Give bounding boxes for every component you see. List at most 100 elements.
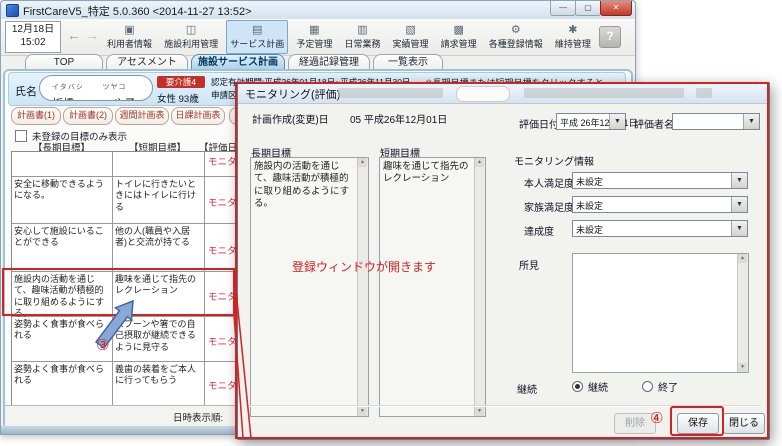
- plan-date-label: 計画作成(変更)日: [252, 111, 329, 126]
- minimize-button[interactable]: —: [550, 1, 576, 16]
- scrollbar[interactable]: ▲▼: [737, 254, 748, 372]
- monitoring-dialog: モニタリング(評価) 計画作成(変更)日 05 平成26年12月01日 評価日付…: [237, 82, 770, 440]
- achievement-dropdown[interactable]: 未設定 ▼: [572, 220, 748, 237]
- family-satisfaction-dropdown[interactable]: 未設定 ▼: [572, 196, 748, 213]
- scroll-down-icon[interactable]: ▼: [738, 363, 747, 372]
- delete-button[interactable]: 削除: [614, 413, 656, 434]
- toolbar-button-user-info[interactable]: ▣ 利用者情報: [103, 20, 156, 54]
- scroll-down-icon[interactable]: ▼: [475, 407, 484, 416]
- self-satisfaction-label: 本人満足度: [524, 175, 574, 190]
- toolbar-button-billing[interactable]: ▩ 請求管理: [437, 20, 481, 54]
- redacted-area: [456, 86, 510, 102]
- back-arrow-icon[interactable]: ←: [67, 27, 81, 43]
- toolbar-button-registration[interactable]: ⚙ 各種登録情報: [485, 20, 547, 54]
- gear-icon: ⚙: [511, 24, 521, 37]
- scroll-up-icon[interactable]: ▲: [475, 158, 484, 167]
- dialog-titlebar[interactable]: モニタリング(評価): [238, 83, 769, 104]
- tab-facility-service-plan[interactable]: 施設サービス計画: [191, 54, 285, 70]
- furigana-mei: ツヤコ: [102, 82, 126, 92]
- date-time-display: 12月18日 15:02: [5, 21, 61, 53]
- family-satisfaction-label: 家族満足度: [524, 199, 574, 214]
- current-date: 12月18日: [6, 23, 60, 36]
- long-goal-cell[interactable]: 姿勢よく食事が食べられる: [12, 363, 111, 388]
- billing-icon: ▩: [453, 24, 463, 37]
- long-goal-cell[interactable]: 安全に移動できるようになる。: [12, 178, 111, 203]
- short-goal-cell[interactable]: [113, 153, 203, 155]
- maximize-button[interactable]: ▢: [575, 1, 601, 16]
- remarks-textarea[interactable]: ▲▼: [572, 253, 749, 373]
- subtab-plan2[interactable]: 計画書(2): [63, 107, 113, 125]
- redacted-area: [338, 88, 443, 98]
- dialog-close-button[interactable]: 閉じる: [723, 413, 765, 434]
- short-goal-cell[interactable]: 他の人(職員や入居者)と交流が持てる: [113, 225, 203, 250]
- sort-order-label: 日時表示順:: [173, 410, 223, 424]
- window-titlebar[interactable]: FirstCareV5_特定 5.0.360 <2014-11-27 13:52…: [1, 1, 635, 20]
- tab-list-view[interactable]: 一覧表示: [373, 54, 443, 70]
- tab-top[interactable]: TOP: [25, 54, 103, 70]
- window-title: FirstCareV5_特定 5.0.360 <2014-11-27 13:52…: [23, 3, 252, 19]
- radio-end[interactable]: 終了: [642, 379, 678, 394]
- long-goal-cell[interactable]: 安心して施設にいることができる: [12, 225, 111, 250]
- tab-assessment[interactable]: アセスメント: [106, 54, 188, 70]
- wrench-icon: ✱: [568, 24, 577, 37]
- name-label: 氏名: [15, 83, 37, 99]
- chevron-down-icon: ▼: [731, 221, 747, 236]
- scrollbar[interactable]: ▲▼: [357, 158, 368, 416]
- eval-date-dropdown[interactable]: 平成 26年12月01日 ▼: [556, 113, 626, 130]
- forward-arrow-icon[interactable]: →: [85, 27, 99, 43]
- subtab-plan1[interactable]: 計画書(1): [11, 107, 61, 125]
- toolbar-button-service-plan[interactable]: ▤ サービス計画: [226, 20, 288, 54]
- subtab-daily-plan[interactable]: 日課計画表: [171, 107, 225, 125]
- tab-progress-record[interactable]: 経過記録管理: [288, 54, 370, 70]
- app-icon: [6, 4, 19, 17]
- main-toolbar: 12月18日 15:02 ← → ▣ 利用者情報 ◫ 施設利用管理 ▤ サービス…: [1, 19, 635, 56]
- toolbar-button-daily-work[interactable]: ▥ 日常業務: [340, 20, 384, 54]
- dialog-title: モニタリング(評価): [245, 86, 340, 102]
- remarks-label: 所見: [519, 257, 539, 272]
- unregistered-goals-checkbox[interactable]: [15, 130, 27, 142]
- toolbar-buttons: ▣ 利用者情報 ◫ 施設利用管理 ▤ サービス計画 ▦ 予定管理 ▥ 日常業: [103, 20, 621, 54]
- help-button[interactable]: ?: [599, 26, 621, 48]
- evaluator-label: 評価者名: [634, 116, 674, 131]
- chevron-down-icon: ▼: [609, 114, 625, 129]
- patient-name-capsule: イタバシ ツヤコ 板橋 つや子: [39, 75, 153, 101]
- short-goal-cell[interactable]: トイレに行きたいときにはトイレに行ける: [113, 178, 203, 214]
- close-button[interactable]: ✕: [600, 1, 632, 16]
- current-time: 15:02: [6, 36, 60, 49]
- short-goal-cell[interactable]: スプーンや箸での自己摂取が継続できるように見守る: [113, 318, 203, 354]
- self-satisfaction-dropdown[interactable]: 未設定 ▼: [572, 172, 748, 189]
- short-goal-textbox[interactable]: 趣味を通じて指先のレクレーション ▲▼: [379, 157, 486, 417]
- long-goal-cell[interactable]: [12, 153, 111, 155]
- chevron-down-icon: ▼: [743, 114, 759, 129]
- patient-sei: 板橋: [52, 99, 98, 101]
- short-goal-cell[interactable]: 趣味を通じて指先のレクレーション: [113, 273, 203, 298]
- subtab-weekly-plan[interactable]: 週間計画表: [115, 107, 169, 125]
- patient-sex-age: 女性 93歳: [157, 91, 199, 105]
- toolbar-button-maintenance[interactable]: ✱ 維持管理: [551, 20, 595, 54]
- schedule-icon: ▦: [309, 24, 319, 37]
- toolbar-button-schedule[interactable]: ▦ 予定管理: [292, 20, 336, 54]
- screenshot-canvas: FirstCareV5_特定 5.0.360 <2014-11-27 13:52…: [0, 0, 782, 446]
- radio-continue[interactable]: 継続: [572, 379, 608, 394]
- save-button[interactable]: 保存: [677, 413, 719, 434]
- scrollbar[interactable]: ▲▼: [474, 158, 485, 416]
- user-icon: ▣: [124, 24, 134, 37]
- achievement-label: 達成度: [524, 223, 554, 238]
- short-goal-cell[interactable]: 義歯の装着をご本人に行ってもらう: [113, 363, 203, 388]
- long-goal-textbox[interactable]: 施設内の活動を通じて、趣味活動が積極的に取り組めるようにする。 ▲▼: [250, 157, 369, 417]
- scroll-down-icon[interactable]: ▼: [358, 407, 367, 416]
- toolbar-button-results[interactable]: ▧ 実績管理: [389, 20, 433, 54]
- service-plan-icon: ▤: [252, 24, 262, 37]
- daily-work-icon: ▥: [357, 24, 367, 37]
- redacted-area: [524, 88, 684, 98]
- scroll-up-icon[interactable]: ▲: [358, 158, 367, 167]
- scroll-up-icon[interactable]: ▲: [738, 254, 747, 263]
- plan-date-value: 05 平成26年12月01日: [350, 111, 447, 126]
- radio-selected-icon[interactable]: [572, 381, 583, 392]
- radio-unselected-icon[interactable]: [642, 381, 653, 392]
- long-goal-cell[interactable]: 施設内の活動を通じて、趣味活動が積極的に取り組めるようにする。: [12, 273, 111, 320]
- monitoring-info-label: モニタリング情報: [514, 153, 594, 168]
- toolbar-button-facility-use[interactable]: ◫ 施設利用管理: [160, 20, 222, 54]
- long-goal-cell[interactable]: 姿勢よく食事が食べられる: [12, 318, 111, 343]
- evaluator-dropdown[interactable]: ▼: [672, 113, 760, 130]
